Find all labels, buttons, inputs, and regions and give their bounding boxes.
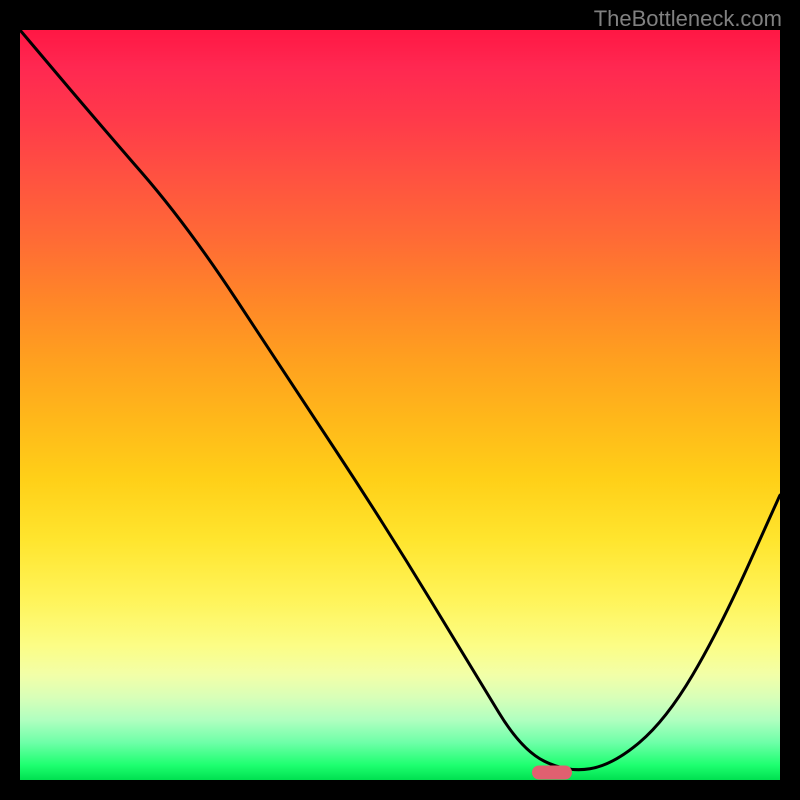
optimal-marker [532,766,572,780]
chart-svg [20,30,780,780]
bottleneck-curve-line [20,30,780,770]
plot-area [20,30,780,780]
watermark-text: TheBottleneck.com [594,6,782,32]
